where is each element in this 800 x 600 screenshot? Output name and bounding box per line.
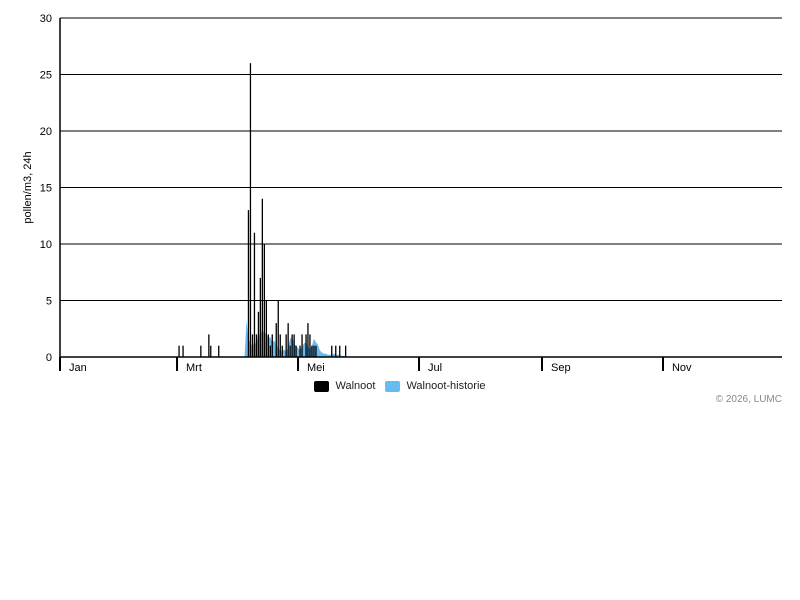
- walnut-bar: [249, 63, 252, 357]
- walnut-bar: [261, 198, 263, 357]
- walnut-bar: [345, 345, 347, 357]
- walnut-bar: [281, 345, 283, 357]
- walnut-bar: [265, 300, 267, 357]
- walnut-bar: [275, 323, 277, 357]
- legend-item-walnoot-historie[interactable]: Walnoot-historie: [385, 380, 486, 392]
- legend-item-walnoot[interactable]: Walnoot: [314, 380, 375, 392]
- walnut-bar: [269, 345, 271, 357]
- x-axis-ticks: Jan Mrt Mei Jul Sep Nov: [59, 357, 692, 374]
- y-tick-label: 0: [46, 352, 52, 364]
- walnut-bar: [200, 345, 202, 357]
- walnut-bar: [331, 345, 333, 357]
- walnut-bar: [178, 345, 180, 357]
- y-tick-label: 25: [40, 70, 52, 82]
- walnut-bar: [307, 323, 309, 357]
- legend-label-walnoot: Walnoot: [335, 380, 376, 392]
- x-tick-label: Sep: [551, 362, 571, 374]
- x-tick-label: Jul: [428, 362, 442, 374]
- walnut-bar: [253, 232, 256, 357]
- legend: Walnoot Walnoot-historie: [0, 380, 800, 392]
- y-tick-label: 5: [46, 296, 52, 308]
- walnut-bar: [299, 345, 301, 357]
- walnut-bar: [287, 323, 289, 357]
- gridlines: [60, 17, 782, 301]
- walnut-bar: [263, 244, 265, 357]
- walnut-bar: [277, 300, 279, 357]
- walnut-bar: [295, 345, 297, 357]
- walnut-bar: [291, 334, 293, 357]
- walnut-bar: [218, 345, 220, 357]
- walnut-bar: [259, 277, 261, 357]
- walnut-bar: [251, 334, 254, 357]
- walnut-bar: [182, 345, 184, 357]
- walnut-bar: [311, 345, 313, 357]
- x-tick-label: Nov: [672, 362, 692, 374]
- walnut-bar: [210, 345, 212, 357]
- x-tick-label: Mei: [307, 362, 325, 374]
- walnut-bar: [208, 334, 210, 357]
- y-axis-ticks: 0 5 10 15 20 25 30: [40, 13, 52, 364]
- walnut-bar: [271, 334, 273, 357]
- x-tick-label: Mrt: [186, 362, 202, 374]
- walnut-bar: [313, 345, 315, 357]
- walnut-bar: [309, 334, 311, 357]
- y-tick-label: 20: [40, 126, 52, 138]
- walnut-bar: [301, 334, 303, 357]
- legend-swatch-walnoot: [314, 380, 330, 392]
- walnut-bar: [339, 345, 341, 357]
- credit-text: © 2026, LUMC: [715, 394, 782, 405]
- y-tick-label: 15: [40, 183, 52, 195]
- walnut-bar: [335, 345, 337, 357]
- walnut-bar: [293, 334, 295, 357]
- walnut-bar: [279, 334, 281, 357]
- walnut-bar: [285, 334, 287, 357]
- pollen-chart: 0 5 10 15 20 25 30 Jan Mrt Mei Jul Sep Nov pollen/m…: [22, 13, 782, 374]
- y-tick-label: 30: [40, 13, 52, 25]
- walnut-bar: [247, 210, 250, 357]
- walnut-bar: [315, 345, 317, 357]
- walnut-bar: [255, 334, 258, 357]
- legend-label-walnoot-historie: Walnoot-historie: [406, 380, 486, 392]
- walnut-bar: [289, 345, 291, 357]
- x-tick-label: Jan: [69, 362, 87, 374]
- walnut-bar-series: [178, 63, 347, 357]
- y-axis-title: pollen/m3, 24h: [22, 151, 34, 223]
- walnut-bar: [305, 334, 307, 357]
- walnut-bar: [257, 311, 260, 357]
- y-tick-label: 10: [40, 239, 52, 251]
- legend-swatch-walnoot-historie: [385, 380, 401, 392]
- walnut-bar: [267, 334, 269, 357]
